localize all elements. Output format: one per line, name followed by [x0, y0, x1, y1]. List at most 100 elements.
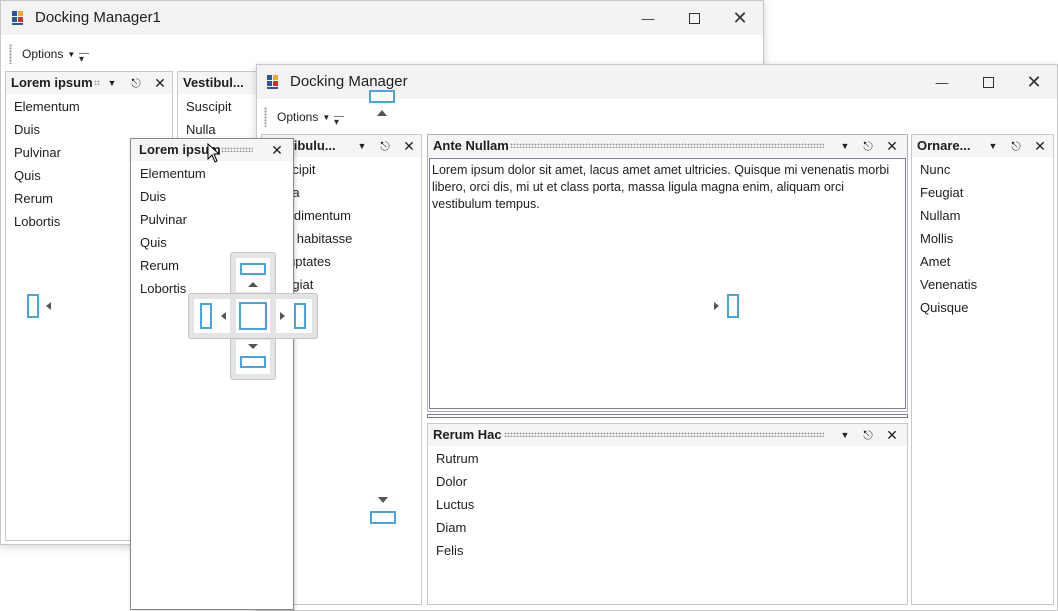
item-list: Nunc Feugiat Nullam Mollis Amet Venenati…: [920, 158, 977, 319]
chevron-down-icon[interactable]: ▼: [104, 74, 120, 92]
dock-left-button[interactable]: [194, 299, 230, 333]
list-item[interactable]: Feugiat: [920, 181, 977, 204]
pane-rerum-hac: Rerum Hac ▼ ⎋ ✕ Rutrum Dolor Luctus Diam…: [427, 423, 908, 605]
back-window-titlebar[interactable]: Docking Manager1 — ✕: [1, 1, 763, 35]
list-item[interactable]: Duis: [140, 185, 206, 208]
chevron-down-icon[interactable]: ▼: [837, 426, 853, 444]
maximize-icon[interactable]: [965, 65, 1011, 99]
document-text: Lorem ipsum dolor sit amet, lacus amet a…: [432, 163, 890, 211]
pane-header[interactable]: Lorem ipsum ▼ ⎋ ✕: [6, 72, 172, 94]
chevron-down-icon[interactable]: ▼: [985, 137, 1001, 155]
list-item[interactable]: Mollis: [920, 227, 977, 250]
pin-icon[interactable]: ⎋: [1008, 137, 1024, 155]
chevron-down-icon: ▼: [67, 50, 76, 60]
toolbar-overflow-icon[interactable]: — ▾: [334, 112, 344, 128]
list-item[interactable]: Elementum: [140, 162, 206, 185]
close-icon[interactable]: ✕: [884, 426, 900, 444]
list-item[interactable]: Luctus: [436, 493, 479, 516]
pane-grip[interactable]: [504, 432, 824, 437]
pane-title: Vestibul...: [183, 75, 244, 90]
cursor-icon: [207, 143, 221, 163]
close-icon[interactable]: ✕: [1032, 137, 1048, 155]
pane-grip[interactable]: [510, 143, 824, 148]
dock-center-button[interactable]: [236, 299, 270, 333]
item-list: Suscipit Nulla: [186, 95, 232, 141]
pane-grip[interactable]: [221, 147, 253, 152]
dock-guide-bottom-icon[interactable]: [370, 511, 396, 524]
pane-header[interactable]: Ornare... ▼ ⎋ ✕: [912, 135, 1053, 157]
dock-guide-top-icon[interactable]: [369, 90, 395, 103]
list-item[interactable]: Venenatis: [920, 273, 977, 296]
list-item[interactable]: Amet: [920, 250, 977, 273]
pane-ornare: Ornare... ▼ ⎋ ✕ Nunc Feugiat Nullam Moll…: [911, 134, 1054, 605]
options-dropdown[interactable]: Options ▼: [22, 47, 75, 61]
splitter[interactable]: [427, 414, 908, 418]
close-icon[interactable]: ✕: [401, 137, 417, 155]
minimize-icon[interactable]: —: [919, 65, 965, 99]
dock-bottom-icon: [240, 356, 266, 368]
list-item[interactable]: Felis: [436, 539, 479, 562]
list-item[interactable]: Nunc: [920, 158, 977, 181]
dock-top-button[interactable]: [236, 258, 270, 292]
minimize-icon[interactable]: —: [625, 1, 671, 35]
chevron-down-icon[interactable]: ▼: [354, 137, 370, 155]
app-grid-icon: [267, 75, 281, 89]
toolbar-overflow-icon[interactable]: — ▾: [79, 49, 89, 65]
list-item[interactable]: Rerum: [14, 187, 80, 210]
maximize-icon[interactable]: [671, 1, 717, 35]
pin-icon[interactable]: ⎋: [860, 426, 876, 444]
list-item[interactable]: Diam: [436, 516, 479, 539]
list-item[interactable]: Lobortis: [14, 210, 80, 233]
list-item[interactable]: Dolor: [436, 470, 479, 493]
dock-center-icon: [239, 302, 267, 330]
close-icon[interactable]: ✕: [717, 1, 763, 35]
dock-guide-arrow: [221, 312, 226, 320]
pane-title: Ornare...: [917, 138, 971, 153]
pane-grip[interactable]: [94, 80, 100, 85]
dock-guide-arrow: [377, 110, 387, 116]
toolbar-grip[interactable]: [264, 107, 267, 127]
dock-guide-left-icon[interactable]: [27, 294, 39, 318]
pane-title: Rerum Hac: [433, 427, 502, 442]
pane-title: Lorem ipsum: [11, 75, 93, 90]
text-area[interactable]: Lorem ipsum dolor sit amet, lacus amet a…: [429, 158, 906, 409]
dock-guide-right-icon[interactable]: [727, 294, 739, 318]
list-item[interactable]: Quis: [140, 231, 206, 254]
list-item[interactable]: Nullam: [920, 204, 977, 227]
list-item[interactable]: Suscipit: [186, 95, 232, 118]
list-item[interactable]: Rutrum: [436, 447, 479, 470]
list-item[interactable]: Quis: [14, 164, 80, 187]
dock-left-icon: [200, 303, 212, 329]
chevron-down-icon: ▼: [322, 113, 331, 123]
pin-icon[interactable]: ⎋: [377, 137, 393, 155]
list-item[interactable]: Elementum: [14, 95, 80, 118]
close-icon[interactable]: ✕: [884, 137, 900, 155]
list-item[interactable]: Quisque: [920, 296, 977, 319]
dock-bottom-button[interactable]: [236, 340, 270, 374]
front-window: Docking Manager — ✕ Options ▼ — ▾ Vestibul…: [256, 64, 1058, 611]
list-item[interactable]: Duis: [14, 118, 80, 141]
pane-header[interactable]: Ante Nullam ▼ ⎋ ✕: [428, 135, 907, 157]
app-grid-icon: [12, 11, 26, 25]
close-icon[interactable]: ✕: [269, 141, 285, 159]
dock-guide-icon: [188, 252, 318, 380]
item-list: Rutrum Dolor Luctus Diam Felis: [436, 447, 479, 562]
pin-icon[interactable]: ⎋: [128, 74, 144, 92]
dock-right-icon: [294, 303, 306, 329]
close-icon[interactable]: ✕: [1011, 65, 1057, 99]
dock-guide-arrow: [280, 312, 285, 320]
options-dropdown[interactable]: Options ▼: [277, 110, 330, 124]
close-icon[interactable]: ✕: [152, 74, 168, 92]
toolbar-grip[interactable]: [9, 44, 12, 64]
dock-guide-arrow: [248, 282, 258, 287]
pane-header[interactable]: Rerum Hac ▼ ⎋ ✕: [428, 424, 907, 446]
dock-guide-arrow: [378, 497, 388, 503]
dock-guide-arrow: [248, 344, 258, 349]
pin-icon[interactable]: ⎋: [860, 137, 876, 155]
list-item[interactable]: Pulvinar: [14, 141, 80, 164]
window-title: Docking Manager1: [35, 9, 161, 26]
dock-right-button[interactable]: [276, 299, 312, 333]
list-item[interactable]: Pulvinar: [140, 208, 206, 231]
item-list: Elementum Duis Pulvinar Quis Rerum Lobor…: [14, 95, 80, 233]
chevron-down-icon[interactable]: ▼: [837, 137, 853, 155]
